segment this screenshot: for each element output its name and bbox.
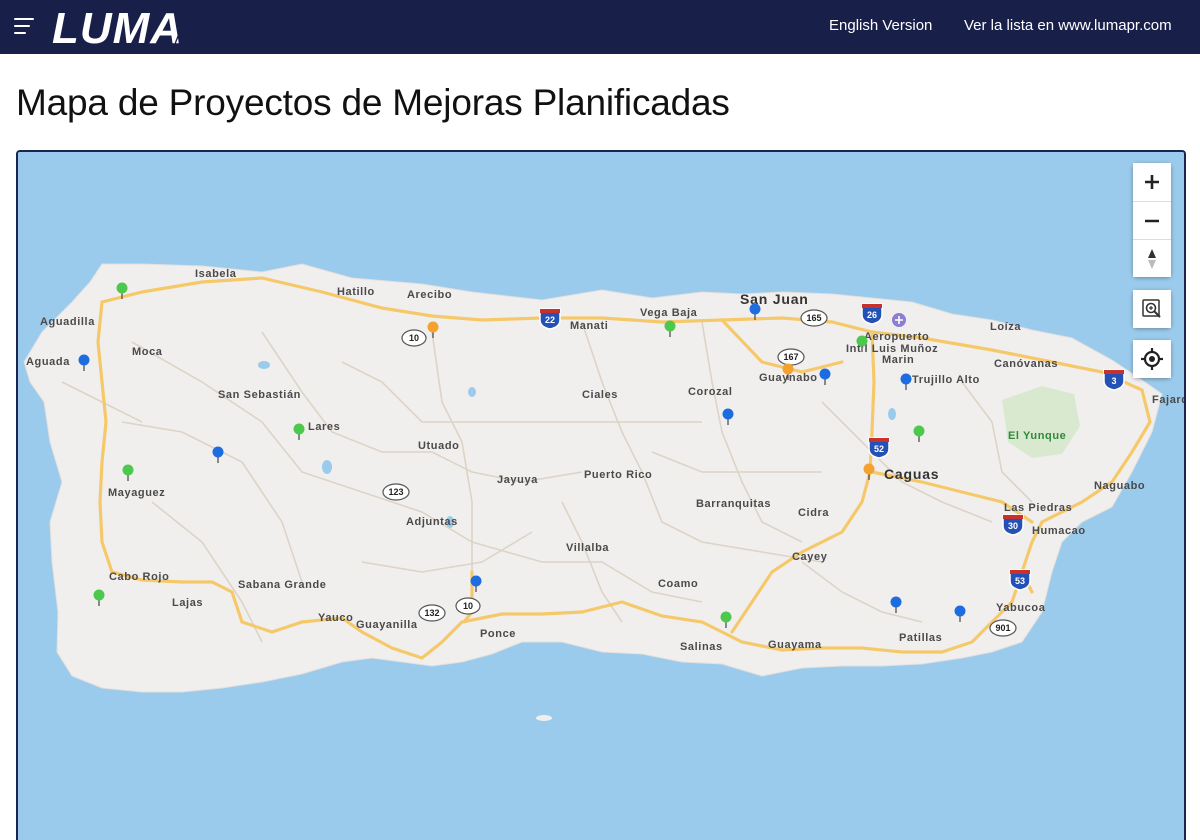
place-label: Isabela	[195, 268, 237, 280]
svg-text:53: 53	[1015, 576, 1025, 586]
route-shield: 123	[382, 483, 410, 501]
place-label: Cidra	[798, 507, 829, 519]
svg-text:123: 123	[388, 487, 403, 497]
route-shield: 167	[777, 348, 805, 366]
place-label: Puerto Rico	[584, 469, 652, 481]
svg-text:LUMA: LUMA	[52, 6, 183, 46]
place-label: Salinas	[680, 641, 723, 653]
place-label: San Sebastián	[218, 389, 301, 401]
place-label: Canóvanas	[994, 358, 1058, 370]
place-label: Ponce	[480, 628, 516, 640]
place-label: San Juan	[740, 291, 809, 307]
place-label: Lares	[308, 421, 340, 433]
page-title: Mapa de Proyectos de Mejoras Planificada…	[16, 82, 730, 123]
place-label: Yauco	[318, 612, 353, 624]
interstate-shield: 52	[868, 437, 890, 459]
nav-link-lista-lumapr[interactable]: Ver la lista en www.lumapr.com	[964, 17, 1172, 34]
interstate-shield: 30	[1002, 514, 1024, 536]
svg-text:901: 901	[995, 623, 1010, 633]
zoom-extent-control	[1133, 290, 1171, 328]
place-label: Adjuntas	[406, 516, 458, 528]
place-label: Hatillo	[337, 286, 375, 298]
place-label: Aguada	[26, 356, 70, 368]
zoom-extent-button[interactable]	[1133, 290, 1171, 328]
place-label: Aguadilla	[40, 316, 95, 328]
svg-text:3: 3	[1111, 376, 1116, 386]
svg-text:167: 167	[783, 352, 798, 362]
menu-icon[interactable]	[14, 16, 38, 36]
locate-control	[1133, 340, 1171, 378]
plus-icon	[1145, 175, 1159, 189]
svg-text:165: 165	[806, 313, 821, 323]
place-label: Guayanilla	[356, 619, 418, 631]
place-label: Marin	[882, 354, 914, 366]
place-label: Lajas	[172, 597, 203, 609]
place-label: Corozal	[688, 386, 733, 398]
zoom-controls	[1133, 163, 1171, 277]
place-label: Sabana Grande	[238, 579, 327, 591]
zoom-in-button[interactable]	[1133, 163, 1171, 201]
route-shield: 165	[800, 309, 828, 327]
place-label: Utuado	[418, 440, 459, 452]
svg-text:30: 30	[1008, 521, 1018, 531]
place-label: Villalba	[566, 542, 609, 554]
place-label: Moca	[132, 346, 163, 358]
place-label: Guayama	[768, 639, 822, 651]
place-label: Loíza	[990, 321, 1021, 333]
route-shield: 132	[418, 604, 446, 622]
svg-text:22: 22	[545, 315, 555, 325]
interstate-shield: 22	[539, 308, 561, 330]
place-label: Fajardo	[1152, 394, 1184, 406]
place-label: Vega Baja	[640, 307, 698, 319]
route-shield: 10	[401, 329, 427, 347]
islet	[536, 715, 552, 721]
place-label: Aeropuerto	[864, 331, 929, 343]
place-label: Arecibo	[407, 289, 452, 301]
top-navigation-bar: LUMA English Version Ver la lista en www…	[0, 0, 1200, 54]
locate-icon	[1141, 348, 1163, 370]
luma-logo[interactable]: LUMA	[52, 6, 204, 46]
map-container[interactable]: Isabela Hatillo Arecibo Aguadilla Vega B…	[16, 150, 1186, 840]
svg-text:132: 132	[424, 608, 439, 618]
locate-button[interactable]	[1133, 340, 1171, 378]
place-label: Las Piedras	[1004, 502, 1072, 514]
place-label: Yabucoa	[996, 602, 1046, 614]
zoom-out-button[interactable]	[1133, 201, 1171, 239]
place-label: Caguas	[884, 466, 939, 482]
place-label: Mayaguez	[108, 487, 165, 499]
airport-icon	[892, 313, 906, 327]
place-label: Manati	[570, 320, 608, 332]
nav-link-english-version[interactable]: English Version	[829, 17, 932, 34]
place-label: Trujillo Alto	[912, 374, 980, 386]
interstate-shield: 3	[1103, 369, 1125, 391]
route-shield: 901	[989, 619, 1017, 637]
interstate-shield: 53	[1009, 569, 1031, 591]
place-label: Cayey	[792, 551, 828, 563]
compass-button[interactable]	[1133, 239, 1171, 277]
place-label: Humacao	[1032, 525, 1086, 537]
svg-text:26: 26	[867, 310, 877, 320]
route-shield: 10	[455, 597, 481, 615]
place-label: El Yunque	[1008, 430, 1066, 442]
place-label: Naguabo	[1094, 480, 1145, 492]
map-canvas[interactable]: Isabela Hatillo Arecibo Aguadilla Vega B…	[18, 152, 1184, 840]
place-label: Jayuya	[497, 474, 538, 486]
place-label: Patillas	[899, 632, 942, 644]
interstate-shield: 26	[861, 303, 883, 325]
magnifier-box-icon	[1142, 299, 1161, 318]
svg-text:10: 10	[463, 601, 473, 611]
place-label: Barranquitas	[696, 498, 771, 510]
place-label: Ciales	[582, 389, 618, 401]
svg-text:52: 52	[874, 444, 884, 454]
svg-text:10: 10	[409, 333, 419, 343]
compass-icon	[1148, 249, 1156, 269]
minus-icon	[1145, 219, 1159, 223]
place-label: Cabo Rojo	[109, 571, 169, 583]
place-label: Coamo	[658, 578, 698, 590]
